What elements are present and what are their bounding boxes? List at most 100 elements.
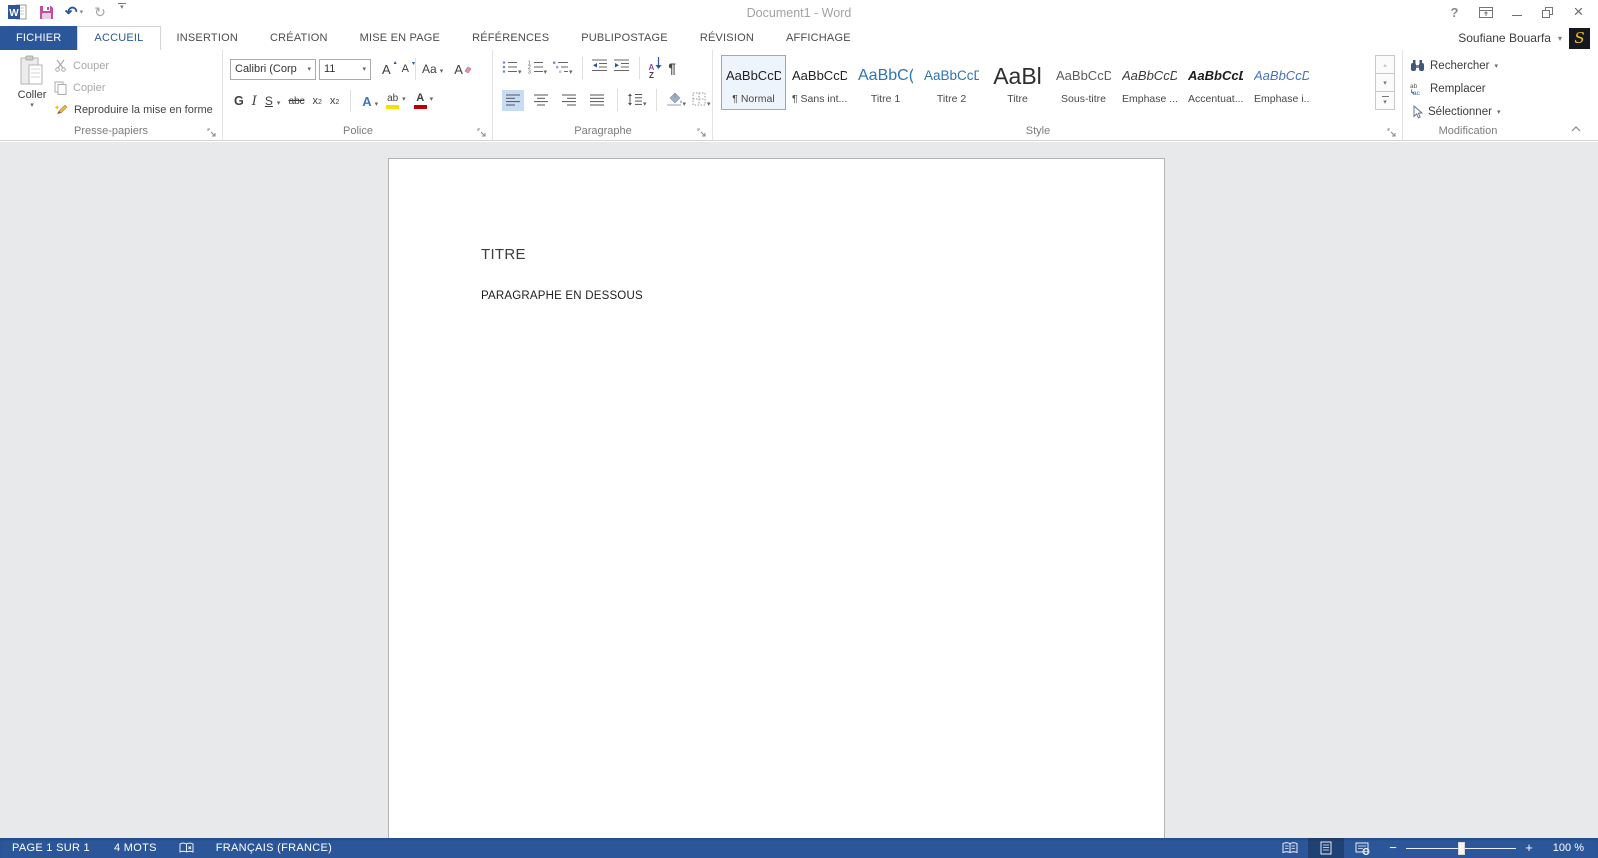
- styles-more-button[interactable]: ▾: [1375, 91, 1395, 110]
- find-caret-icon: ▾: [1494, 62, 1498, 70]
- undo-caret-icon: ▾: [79, 9, 84, 16]
- close-button[interactable]: ×: [1565, 2, 1592, 22]
- tab-mise-en-page[interactable]: MISE EN PAGE: [344, 26, 456, 50]
- style-sous-titre[interactable]: AaBbCcD Sous-titre: [1051, 55, 1116, 110]
- italic-button[interactable]: I: [252, 94, 257, 109]
- style-accentuat[interactable]: AaBbCcDt Accentuat...: [1183, 55, 1248, 110]
- paste-button[interactable]: Coller ▾: [9, 55, 55, 125]
- style-titre[interactable]: AaBl Titre: [985, 55, 1050, 110]
- tab-accueil[interactable]: ACCUEIL: [77, 26, 161, 50]
- replace-button[interactable]: ab ac Remplacer: [1410, 79, 1500, 98]
- bold-button[interactable]: G: [234, 94, 244, 108]
- show-formatting-marks-button[interactable]: ¶: [668, 61, 676, 76]
- tab-r-vision[interactable]: RÉVISION: [684, 26, 770, 50]
- format-painter-button[interactable]: Reproduire la mise en forme: [54, 100, 213, 119]
- tab-r-f-rences[interactable]: RÉFÉRENCES: [456, 26, 565, 50]
- style-sans-int[interactable]: AaBbCcDc ¶ Sans int...: [787, 55, 852, 110]
- cut-button[interactable]: Couper: [54, 56, 213, 75]
- read-mode-button[interactable]: [1272, 838, 1308, 858]
- underline-caret-icon: ▾: [276, 100, 281, 107]
- select-button[interactable]: Sélectionner ▾: [1410, 102, 1500, 121]
- style-emphase-i[interactable]: AaBbCcDt Emphase i...: [1249, 55, 1314, 110]
- grow-font-button[interactable]: A ▴: [382, 60, 397, 77]
- styles-scroll-down-button[interactable]: ▾: [1375, 73, 1395, 92]
- decrease-indent-button[interactable]: [591, 59, 608, 77]
- shading-button[interactable]: ▾: [666, 92, 687, 108]
- language-indicator[interactable]: FRANÇAIS (FRANCE): [204, 838, 344, 858]
- avatar[interactable]: S: [1569, 27, 1590, 49]
- proofing-status-button[interactable]: [169, 838, 204, 858]
- align-center-button[interactable]: [530, 90, 552, 111]
- print-layout-button[interactable]: [1308, 838, 1344, 858]
- find-button[interactable]: Rechercher ▾: [1410, 56, 1500, 75]
- zoom-level[interactable]: 100 %: [1542, 842, 1598, 854]
- clear-formatting-button[interactable]: A: [454, 62, 472, 77]
- document-page[interactable]: TITRE PARAGRAPHE EN DESSOUS: [388, 158, 1165, 838]
- tab-cr-ation[interactable]: CRÉATION: [254, 26, 344, 50]
- zoom-slider[interactable]: [1406, 838, 1516, 858]
- align-right-button[interactable]: [558, 90, 580, 111]
- font-name-caret-icon: ▾: [307, 66, 311, 73]
- font-size-combo[interactable]: 11 ▾: [319, 58, 371, 80]
- superscript-button[interactable]: x2: [330, 95, 339, 107]
- shrink-font-button[interactable]: A ▾: [402, 61, 415, 75]
- font-color-button[interactable]: A ▾: [413, 93, 433, 109]
- restore-button[interactable]: [1534, 2, 1561, 22]
- clipboard-dialog-launcher[interactable]: [207, 125, 217, 137]
- zoom-out-button[interactable]: −: [1380, 839, 1406, 857]
- redo-button[interactable]: ↻: [94, 3, 106, 21]
- word-count[interactable]: 4 MOTS: [102, 838, 169, 858]
- page-indicator[interactable]: PAGE 1 SUR 1: [0, 838, 102, 858]
- justify-button[interactable]: [586, 90, 608, 111]
- minimize-button[interactable]: [1503, 2, 1530, 22]
- tab-insertion[interactable]: INSERTION: [161, 26, 255, 50]
- underline-button[interactable]: S ▾: [265, 94, 281, 108]
- tab-affichage[interactable]: AFFICHAGE: [770, 26, 867, 50]
- save-button[interactable]: [39, 3, 54, 21]
- strikethrough-button[interactable]: abc: [288, 95, 304, 107]
- styles-scroll-up-button[interactable]: ▴: [1375, 55, 1395, 74]
- account-area[interactable]: Soufiane Bouarfa ▾ S: [1458, 26, 1590, 50]
- bullets-button[interactable]: ▾: [502, 60, 522, 76]
- subscript-button[interactable]: x2: [312, 95, 321, 107]
- text-effects-button[interactable]: A ▾: [362, 94, 378, 109]
- style-titre-1[interactable]: AaBbC(Titre 1: [853, 55, 918, 110]
- eraser-icon: [464, 66, 472, 73]
- copy-button[interactable]: Copier: [54, 78, 213, 97]
- tab-fichier[interactable]: FICHIER: [0, 26, 78, 50]
- undo-button[interactable]: ↶ ▾: [65, 3, 83, 21]
- web-layout-button[interactable]: [1344, 838, 1380, 858]
- word-app-icon[interactable]: W: [8, 3, 28, 21]
- help-button[interactable]: ?: [1441, 2, 1468, 22]
- ribbon-display-options-button[interactable]: [1472, 2, 1499, 22]
- style-preview: AaBbCcDt: [1188, 68, 1243, 83]
- styles-dialog-launcher[interactable]: [1387, 125, 1397, 137]
- font-dialog-launcher[interactable]: [477, 125, 487, 137]
- zoom-in-button[interactable]: +: [1516, 839, 1542, 857]
- multilevel-list-button[interactable]: ▾: [553, 60, 573, 76]
- highlight-letters: ab: [387, 92, 399, 104]
- font-name-combo[interactable]: Calibri (Corp ▾: [230, 58, 316, 80]
- borders-button[interactable]: ▾: [692, 92, 711, 108]
- style-normal[interactable]: AaBbCcDc ¶ Normal: [721, 55, 786, 110]
- customize-quick-access-button[interactable]: ▾: [117, 3, 127, 21]
- increase-indent-button[interactable]: [613, 59, 630, 77]
- sort-button[interactable]: A Z: [649, 56, 663, 80]
- change-case-button[interactable]: Aa ▾: [422, 62, 443, 76]
- increase-indent-icon: [613, 59, 629, 71]
- document-paragraph-text[interactable]: PARAGRAPHE EN DESSOUS: [481, 290, 643, 302]
- zoom-slider-thumb[interactable]: [1458, 842, 1465, 855]
- divider: [655, 89, 657, 111]
- shading-caret-icon: ▾: [682, 101, 687, 108]
- style-emphase[interactable]: AaBbCcDt Emphase ...: [1117, 55, 1182, 110]
- align-left-button[interactable]: [502, 89, 524, 111]
- highlight-button[interactable]: ab ▾: [386, 92, 406, 109]
- numbering-button[interactable]: 1 2 3 ▾: [528, 60, 548, 77]
- collapse-ribbon-button[interactable]: [1568, 122, 1584, 134]
- line-spacing-button[interactable]: ▾: [627, 93, 647, 108]
- tab-publipostage[interactable]: PUBLIPOSTAGE: [565, 26, 684, 50]
- style-titre-2[interactable]: AaBbCcD Titre 2: [919, 55, 984, 110]
- paragraph-dialog-launcher[interactable]: [697, 125, 707, 137]
- document-title-text[interactable]: TITRE: [481, 246, 526, 263]
- select-label: Sélectionner: [1428, 105, 1492, 118]
